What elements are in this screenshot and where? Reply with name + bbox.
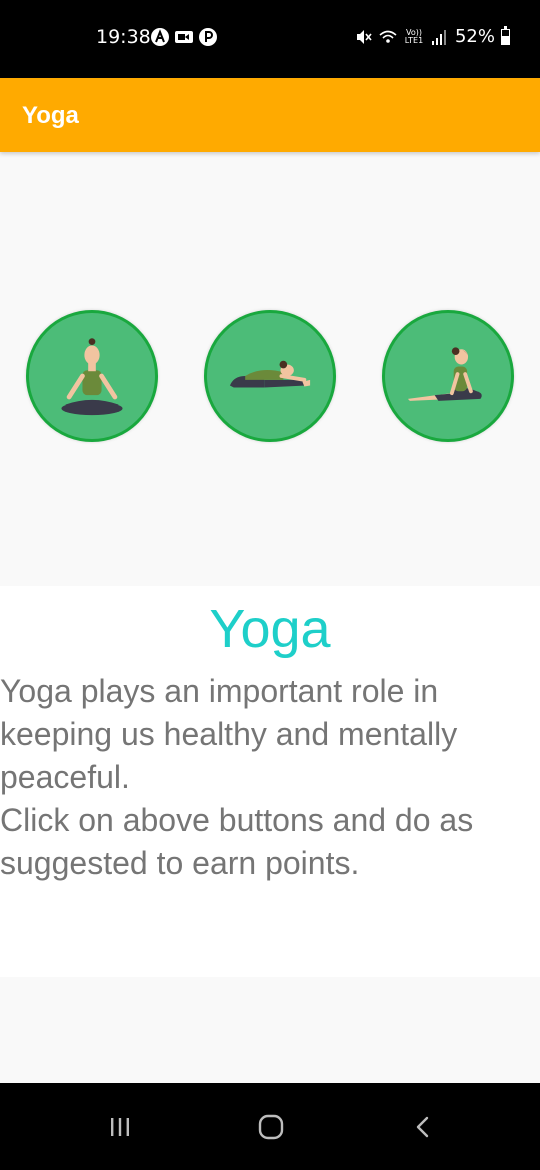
lotus-pose-button[interactable] [26, 310, 158, 442]
home-button[interactable] [231, 1083, 311, 1170]
back-button[interactable] [383, 1083, 463, 1170]
battery-percent: 52% [454, 26, 495, 47]
video-icon [174, 27, 194, 47]
pigeon-pose-button[interactable] [382, 310, 514, 442]
home-icon [258, 1114, 284, 1139]
a-circle-icon [150, 27, 170, 47]
status-time: 19:38 [96, 26, 151, 48]
app-bar: Yoga [0, 78, 540, 152]
seated-forward-bend-button[interactable] [204, 310, 336, 442]
navigation-bar [0, 1083, 540, 1170]
mute-icon [355, 28, 373, 46]
seated-forward-bend-icon [229, 360, 311, 388]
info-title: Yoga [209, 599, 331, 659]
status-notification-icons [150, 27, 218, 47]
signal-icon [431, 28, 449, 46]
p-circle-icon [198, 27, 218, 47]
status-system-icons: Vo)) LTE1 52% [355, 25, 510, 47]
lotus-pose-icon [61, 338, 123, 416]
pose-buttons [0, 310, 540, 442]
network-label: Vo)) LTE1 [404, 27, 424, 45]
app-title: Yoga [22, 102, 79, 129]
recent-apps-button[interactable] [80, 1083, 160, 1170]
info-card: Yoga Yoga plays an important role in kee… [0, 586, 540, 977]
pigeon-pose-icon [407, 347, 482, 401]
info-body: Yoga plays an important role in keeping … [0, 673, 474, 881]
wifi-icon [379, 28, 397, 46]
status-bar: 19:38 Vo)) LTE1 52% [0, 0, 540, 78]
battery-icon [501, 25, 510, 45]
back-icon [416, 1116, 429, 1137]
recent-apps-icon [111, 1117, 129, 1136]
